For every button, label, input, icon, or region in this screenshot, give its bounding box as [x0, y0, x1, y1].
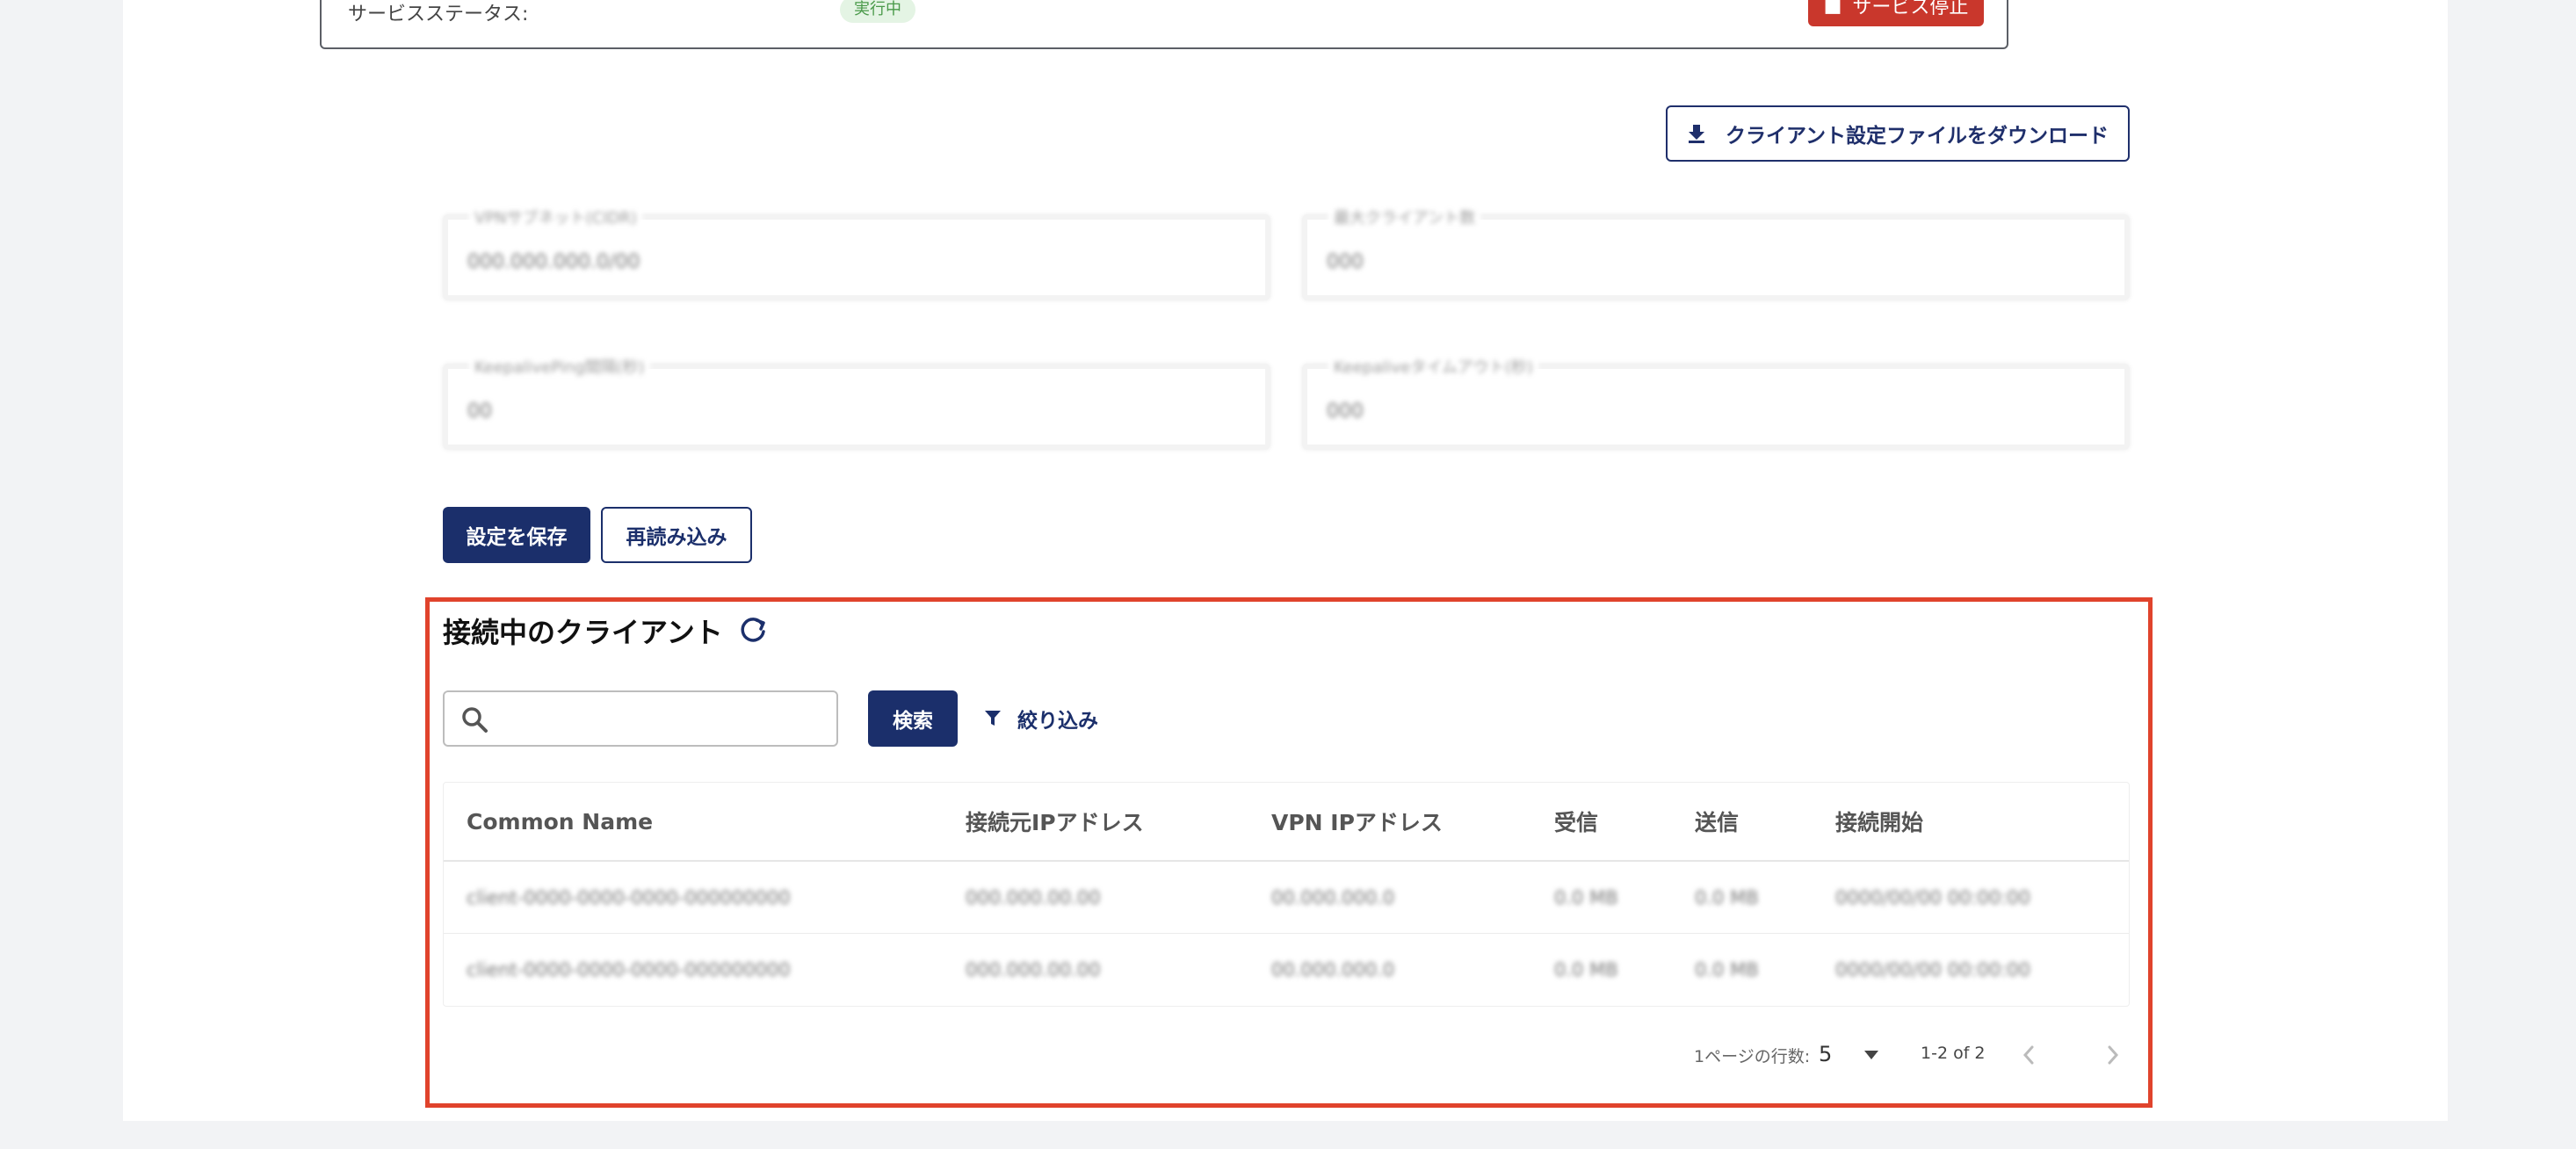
cell-common-name: client-0000-0000-0000-000000000 — [467, 959, 791, 980]
search-box[interactable] — [443, 690, 838, 747]
stop-service-label: サービス停止 — [1852, 0, 1969, 18]
cell-source-ip: 000.000.00.00 — [966, 959, 1101, 980]
save-settings-button[interactable]: 設定を保存 — [443, 507, 590, 563]
stop-icon: ■ — [1823, 0, 1842, 17]
max-clients-field[interactable]: 最大クライアント数 000 — [1302, 206, 2130, 300]
cell-sent: 0.0 MB — [1695, 959, 1759, 980]
field-value: 000.000.000.0/00 — [467, 251, 640, 273]
filter-label: 絞り込み — [1017, 710, 1098, 733]
reload-button[interactable]: 再読み込み — [601, 507, 752, 563]
section-title: 接続中のクライアント — [443, 616, 723, 649]
cell-common-name: client-0000-0000-0000-000000000 — [467, 886, 791, 908]
vpn-subnet-field[interactable]: VPNサブネット(CIDR) 000.000.000.0/00 — [443, 206, 1270, 300]
field-label: 最大クライアント数 — [1328, 206, 1481, 228]
keepalive-interval-field[interactable]: KeepalivePing間隔(秒) 00 — [443, 355, 1270, 450]
cell-source-ip: 000.000.00.00 — [966, 886, 1101, 908]
caret-down-icon[interactable] — [1863, 1049, 1880, 1061]
column-header[interactable]: Common Name — [467, 783, 653, 860]
field-value: 000 — [1327, 251, 1364, 273]
download-config-button[interactable]: クライアント設定ファイルをダウンロード — [1666, 105, 2130, 162]
refresh-icon[interactable] — [736, 613, 770, 647]
cell-connected-at: 0000/00/00 00:00:00 — [1835, 959, 2031, 980]
clients-table: Common Name 接続元IPアドレス VPN IPアドレス 受信 送信 接… — [443, 782, 2130, 1007]
filter-icon — [985, 711, 1001, 726]
page-range: 1-2 of 2 — [1921, 1044, 1986, 1063]
status-badge: 実行中 — [840, 0, 915, 23]
field-value: 000 — [1327, 401, 1364, 423]
stop-service-button[interactable]: ■ サービス停止 — [1808, 0, 1984, 26]
table-pagination: 1ページの行数: 5 1-2 of 2 — [443, 1037, 2130, 1072]
search-button[interactable]: 検索 — [868, 690, 958, 747]
field-label: KeepalivePing間隔(秒) — [469, 355, 650, 378]
cell-received: 0.0 MB — [1554, 886, 1618, 908]
service-status-label: サービスステータス: — [348, 4, 529, 25]
cell-received: 0.0 MB — [1554, 959, 1618, 980]
download-config-label: クライアント設定ファイルをダウンロード — [1725, 125, 2109, 148]
table-row[interactable]: client-0000-0000-0000-000000000 000.000.… — [444, 862, 2129, 934]
cell-vpn-ip: 00.000.000.0 — [1271, 959, 1395, 980]
chevron-right-icon[interactable] — [2102, 1042, 2124, 1068]
filter-button[interactable]: 絞り込み — [984, 699, 1098, 738]
download-icon — [1688, 125, 1704, 143]
column-header[interactable]: VPN IPアドレス — [1271, 783, 1443, 860]
column-header[interactable]: 接続元IPアドレス — [966, 783, 1144, 860]
cell-sent: 0.0 MB — [1695, 886, 1759, 908]
service-status-card: サービスステータス: 実行中 ■ サービス停止 — [320, 0, 2008, 49]
column-header[interactable]: 送信 — [1695, 783, 1739, 860]
rows-per-page-select[interactable]: 5 — [1819, 1042, 1832, 1066]
cell-connected-at: 0000/00/00 00:00:00 — [1835, 886, 2031, 908]
field-label: VPNサブネット(CIDR) — [469, 206, 642, 228]
keepalive-timeout-field[interactable]: Keepaliveタイムアウト(秒) 000 — [1302, 355, 2130, 450]
rows-per-page-label: 1ページの行数: — [1694, 1047, 1811, 1066]
column-header[interactable]: 接続開始 — [1835, 783, 1923, 860]
table-row[interactable]: client-0000-0000-0000-000000000 000.000.… — [444, 934, 2129, 1006]
chevron-left-icon[interactable] — [2017, 1042, 2040, 1068]
field-value: 00 — [467, 401, 492, 423]
table-header: Common Name 接続元IPアドレス VPN IPアドレス 受信 送信 接… — [444, 783, 2129, 862]
cell-vpn-ip: 00.000.000.0 — [1271, 886, 1395, 908]
search-icon — [462, 707, 488, 733]
column-header[interactable]: 受信 — [1554, 783, 1598, 860]
search-input[interactable] — [501, 701, 826, 736]
field-label: Keepaliveタイムアウト(秒) — [1328, 355, 1538, 378]
